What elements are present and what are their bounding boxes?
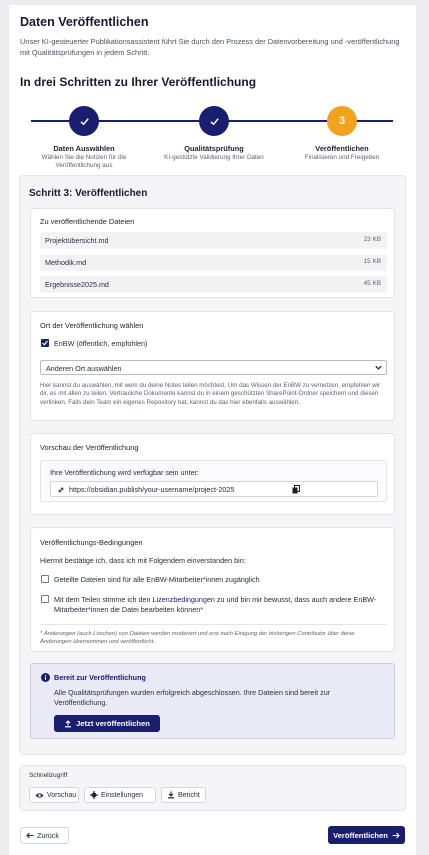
conditions-card: Veröffentlichungs-Bedingungen Hiermit be… [30, 527, 395, 652]
settings-button-label: Einstellungen [101, 791, 144, 799]
step-2-done-indicator[interactable] [199, 106, 229, 136]
location-select[interactable]: Anderen Ort auswählen [40, 360, 387, 375]
publish-url: https://obsidian.publish/your-username/p… [69, 485, 235, 494]
file-row[interactable]: Methodik.md 15 KB [40, 254, 387, 271]
step-1-done-indicator[interactable] [69, 106, 99, 136]
file-row[interactable]: Ergebnisse2025.md 45 KB [40, 276, 387, 293]
step-2-subtitle: KI-gestützte Validierung Ihrer Daten [164, 154, 264, 161]
publish-now-button[interactable]: Jetzt veröffentlichen [54, 715, 160, 732]
publish-wizard-page: Daten Veröffentlichen Unser KI-gesteuert… [9, 5, 416, 855]
files-card: Zu veröffentlichende Dateien Projektüber… [30, 208, 395, 298]
report-button-label: Bericht [178, 791, 200, 799]
eye-icon [35, 792, 44, 798]
preview-button-label: Vorschau [47, 791, 77, 799]
info-icon [41, 673, 50, 682]
upload-icon [65, 719, 72, 727]
conditions-intro: Hiermit bestätige ich, dass ich mit Folg… [40, 556, 246, 565]
preview-button[interactable]: Vorschau [29, 787, 79, 803]
preview-card: Vorschau der Veröffentlichung Ihre Veröf… [30, 433, 395, 515]
accessibility-checkbox-label: Geteilte Dateien sind für alle EnBW-Mita… [54, 575, 260, 584]
step-3-active-indicator[interactable]: 3 [327, 106, 357, 136]
step-3-panel: Schritt 3: Veröffentlichen Zu veröffentl… [19, 175, 406, 755]
back-button-label: Zurück [37, 831, 59, 840]
preview-card-title: Vorschau der Veröffentlichung [40, 443, 139, 452]
step-2-title: Qualitätsprüfung [184, 144, 244, 153]
gear-icon [90, 791, 98, 799]
divider [40, 624, 387, 625]
files-card-title: Zu veröffentlichende Dateien [40, 217, 135, 226]
location-card: Ort der Veröffentlichung wählen EnBW (öf… [30, 311, 395, 421]
arrow-right-icon [392, 832, 400, 838]
link-icon [58, 487, 64, 493]
settings-button[interactable]: Einstellungen [84, 787, 156, 803]
step-number: 3 [338, 115, 346, 127]
step-1-subtitle: Wählen Sie die Notizen für die Veröffent… [41, 154, 127, 169]
check-icon [209, 117, 219, 125]
location-select-value: Anderen Ort auswählen [46, 364, 122, 373]
license-checkbox-label: Mit dem Teilen stimme ich den Lizenzbedi… [54, 595, 382, 615]
url-box: Ihre Veröffentlichung wird verfügbar sei… [40, 460, 387, 502]
step-3-title: Schritt 3: Veröffentlichen [29, 188, 148, 199]
page-title: Daten Veröffentlichen [20, 15, 149, 29]
location-help-text: Hier kannst du auswählen, mit wem du dei… [40, 382, 381, 406]
check-icon [79, 117, 89, 125]
page-intro: Unser KI-gesteuerter Publikationsassiste… [20, 37, 400, 57]
conditions-footnote: * Änderungen (auch Löschen) von Dateien … [40, 631, 355, 645]
publish-button-label: Veröffentlichen [333, 830, 388, 840]
file-name: Projektübersicht.md [45, 236, 109, 245]
accessibility-checkbox[interactable] [41, 575, 49, 583]
section-heading: In drei Schritten zu Ihrer Veröffentlich… [20, 75, 257, 89]
file-size: 15 KB [363, 258, 381, 265]
file-size: 45 KB [363, 280, 381, 287]
conditions-card-title: Veröffentlichungs-Bedingungen [40, 538, 143, 547]
url-field[interactable]: https://obsidian.publish/your-username/p… [50, 481, 378, 497]
quick-access-title: Schnellzugriff [29, 772, 68, 779]
step-3-subtitle: Finalisieren und Freigeben [304, 154, 380, 161]
arrow-left-icon [26, 832, 34, 839]
location-card-title: Ort der Veröffentlichung wählen [40, 321, 144, 330]
ready-title: Bereit zur Veröffentlichung [54, 673, 146, 682]
file-name: Methodik.md [45, 258, 87, 267]
enbw-checkbox-label: EnBW (öffentlich, empfohlen) [54, 339, 148, 348]
ready-text: Alle Qualitätsprüfungen wurden erfolgrei… [54, 688, 331, 707]
publish-now-label: Jetzt veröffentlichen [76, 719, 150, 728]
file-size: 23 KB [363, 236, 381, 243]
check-icon [42, 340, 48, 346]
step-3-title: Veröffentlichen [315, 144, 369, 153]
license-text-pre: Mit dem Teilen stimme ich den [54, 595, 153, 604]
file-row[interactable]: Projektübersicht.md 23 KB [40, 232, 387, 249]
download-icon [168, 791, 174, 799]
copy-icon[interactable] [292, 485, 300, 494]
license-checkbox[interactable] [41, 595, 49, 603]
quick-access-panel: Schnellzugriff Vorschau Einstellungen Be… [19, 765, 406, 811]
step-1-title: Daten Auswählen [53, 144, 115, 153]
report-button[interactable]: Bericht [161, 787, 206, 803]
publish-button[interactable]: Veröffentlichen [328, 826, 405, 844]
chevron-down-icon [375, 365, 382, 370]
file-name: Ergebnisse2025.md [45, 280, 109, 289]
enbw-checkbox[interactable] [41, 339, 49, 347]
license-link[interactable]: Lizenzbedingungen [153, 595, 215, 604]
url-label: Ihre Veröffentlichung wird verfügbar sei… [50, 468, 199, 477]
back-button[interactable]: Zurück [20, 827, 69, 844]
ready-info-box: Bereit zur Veröffentlichung Alle Qualitä… [30, 663, 395, 739]
